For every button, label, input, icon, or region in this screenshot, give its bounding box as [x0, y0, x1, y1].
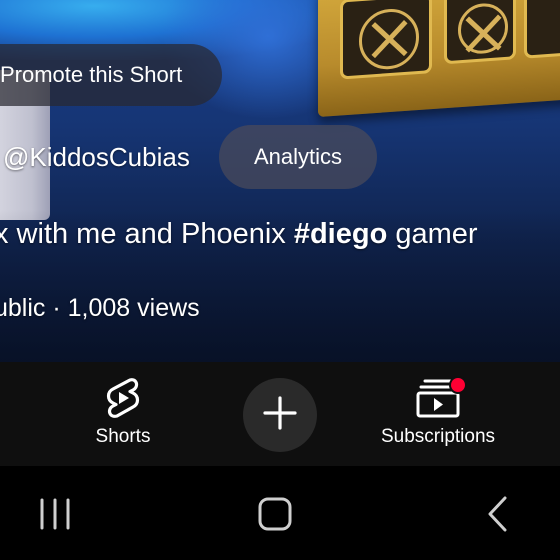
system-navigation-bar — [0, 466, 560, 560]
shorts-icon — [103, 376, 143, 420]
notification-dot — [449, 376, 467, 394]
short-title: x with me and Phoenix #diego gamer — [0, 218, 478, 251]
analytics-label: Analytics — [253, 144, 343, 169]
nav-label-subscriptions: Subscriptions — [380, 426, 496, 447]
recents-button[interactable] — [25, 496, 85, 536]
nav-item-subscriptions[interactable]: Subscriptions — [368, 362, 508, 466]
hashtag-link[interactable]: #diego — [294, 218, 387, 250]
subscriptions-icon — [416, 376, 467, 420]
home-icon — [257, 496, 293, 537]
promote-short-button[interactable]: Promote this Short — [0, 44, 222, 106]
title-text: x with me and Phoenix — [0, 218, 294, 250]
bottom-navigation-bar: Shorts Subscriptions — [0, 362, 560, 466]
short-video-player[interactable]: Promote this Short @KiddosCubias Analyti… — [0, 0, 560, 362]
recents-icon — [37, 497, 73, 536]
back-icon — [485, 495, 509, 538]
gold-panel — [524, 0, 560, 59]
video-gold-box — [318, 0, 560, 118]
channel-handle[interactable]: @KiddosCubias — [3, 142, 190, 173]
create-button[interactable] — [243, 378, 317, 452]
promote-label: Promote this Short — [0, 62, 183, 87]
nav-label-shorts: Shorts — [95, 426, 151, 447]
home-button[interactable] — [245, 496, 305, 536]
gold-panel — [444, 0, 516, 65]
nav-item-shorts[interactable]: Shorts — [70, 362, 176, 466]
analytics-button[interactable]: Analytics — [219, 125, 377, 189]
visibility-views-text: ublic · 1,008 views — [0, 294, 200, 322]
plus-icon — [263, 395, 297, 435]
title-suffix: gamer — [387, 218, 478, 250]
gold-panel — [340, 0, 432, 80]
back-button[interactable] — [467, 496, 527, 536]
